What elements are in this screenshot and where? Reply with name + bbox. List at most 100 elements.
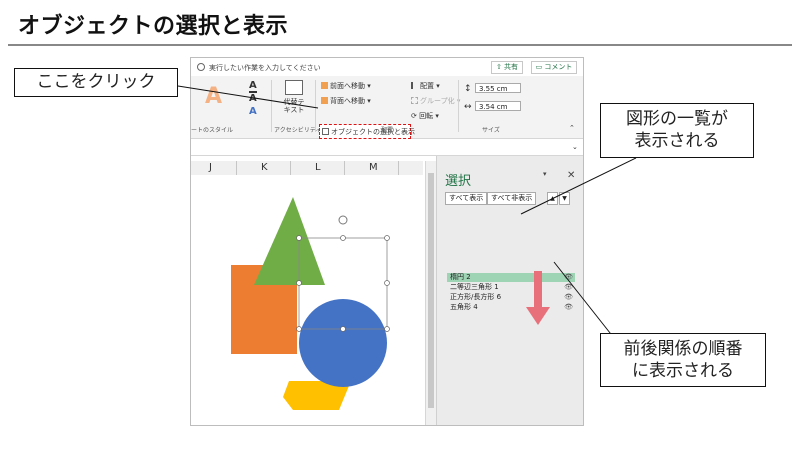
hide-all-button[interactable]: すべて非表示 [487,192,537,205]
callout-text-line: 前後関係の順番 [623,339,743,359]
list-item[interactable]: 二等辺三角形 1 👁 [447,283,575,292]
object-name: 楕円 2 [450,273,471,281]
list-item[interactable]: 楕円 2 👁 [447,273,575,282]
text-fill-icon[interactable]: A [249,80,257,93]
bring-forward-icon [321,82,328,89]
order-shown-callout: 前後関係の順番 に表示される [600,333,766,387]
callout-text-line: に表示される [632,361,734,381]
send-backward-label: 背面へ移動 [330,97,365,105]
resize-handle[interactable] [384,235,390,241]
height-input[interactable]: 3.55 cm [475,83,521,93]
rotate-button[interactable]: ⟳ 回転 ▾ [411,111,439,121]
column-divider [398,161,399,175]
show-all-button[interactable]: すべて表示 [445,192,488,205]
object-name: 二等辺三角形 1 [450,283,499,291]
resize-handle[interactable] [384,326,390,332]
selection-pane-label-wrap: オブジェクトの選択と表示 [322,127,415,137]
eye-icon[interactable]: 👁 [564,283,573,292]
send-backward-button[interactable]: 背面へ移動 ▾ [321,96,371,106]
column-headers: J K L M [191,161,423,176]
column-header-l[interactable]: L [315,162,321,173]
column-divider [290,161,291,175]
expand-formula-icon[interactable]: ⌄ [572,143,578,151]
width-value: 3.54 cm [479,103,508,111]
share-label: 共有 [504,63,519,71]
alt-text-icon[interactable] [285,80,303,95]
ribbon: A A A A ートのスタイル 代替テ キスト アクセシビリティ 前面へ移動 ▾… [191,76,583,139]
column-header-m[interactable]: M [369,162,378,173]
selection-pane-button[interactable]: オブジェクトの選択と表示 [319,124,415,139]
column-divider [236,161,237,175]
callout-text-line: 表示される [634,131,720,151]
group-icon [411,97,418,104]
circle-shape[interactable] [299,299,387,387]
selection-pane-label: オブジェクトの選択と表示 [331,128,415,136]
height-icon: ↕ [464,84,472,94]
height-value: 3.55 cm [479,85,508,93]
resize-handle[interactable] [296,326,302,332]
comment-label: コメント [544,63,573,71]
formula-bar[interactable]: ⌄ [191,139,583,156]
text-outline-icon[interactable]: A [249,93,257,104]
vertical-scrollbar[interactable] [425,161,436,425]
shapes-canvas [231,197,390,410]
width-input[interactable]: 3.54 cm [475,101,521,111]
click-here-callout: ここをクリック [14,68,178,97]
scrollbar-thumb[interactable] [428,173,434,408]
ribbon-separator [458,80,459,132]
width-icon: ↔ [464,102,472,112]
worksheet-area[interactable] [191,175,423,425]
rotate-icon: ⟳ [411,112,417,120]
alt-text-label[interactable]: 代替テ キスト [279,98,309,114]
eye-icon[interactable]: 👁 [564,303,573,312]
triangle-shape[interactable] [254,197,325,285]
callout-text: ここをクリック [36,72,156,92]
tell-me-search[interactable]: 実行したい作業を入力してください [197,63,321,73]
text-effects-icon[interactable]: A [249,106,257,117]
ribbon-separator [315,80,316,132]
group-label: グループ化 [420,97,455,105]
column-header-j[interactable]: J [209,162,212,173]
wordart-styles-label: ートのスタイル [191,127,234,134]
resize-handle[interactable] [340,235,346,241]
object-name: 正方形/長方形 6 [450,293,502,301]
eye-icon[interactable]: 👁 [564,273,573,282]
page-title: オブジェクトの選択と表示 [18,14,289,39]
pane-title: 選択 [445,174,472,189]
comment-button[interactable]: ▭ コメント [531,61,577,74]
resize-handle[interactable] [384,280,390,286]
send-backward-arrow-icon[interactable]: ▼ [559,192,570,205]
align-label: 配置 [420,82,434,90]
pane-options-icon[interactable]: ▾ [543,170,547,178]
selection-pane: 選択 ▾ ✕ すべて表示 すべて非表示 ▲ ▼ 楕円 2 👁 二等辺三角形 1 👁 … [436,156,583,425]
order-arrow-icon [526,271,550,325]
group-button[interactable]: グループ化 ▾ [411,96,460,106]
resize-handle[interactable] [340,326,346,332]
close-icon[interactable]: ✕ [567,170,575,181]
align-icon [411,82,418,89]
share-button[interactable]: ⇧ 共有 [491,61,523,74]
bring-forward-arrow-icon[interactable]: ▲ [547,192,558,205]
selection-pane-icon [322,128,329,135]
send-backward-icon [321,97,328,104]
resize-handle[interactable] [296,235,302,241]
resize-handle[interactable] [296,280,302,286]
rotate-label: 回転 [419,112,434,120]
callout-text-line: 図形の一覧が [626,109,728,129]
tell-me-bar: 実行したい作業を入力してください ⇧ 共有 ▭ コメント [191,58,583,76]
title-divider [8,44,792,46]
list-item[interactable]: 正方形/長方形 6 👁 [447,293,575,302]
comment-icon: ▭ [535,63,543,71]
rotate-handle-icon[interactable] [338,215,348,225]
arrange-label: 配置 [381,127,394,134]
align-button[interactable]: 配置 ▾ [411,81,440,91]
column-header-k[interactable]: K [261,162,268,173]
tell-me-text: 実行したい作業を入力してください [209,64,321,72]
list-item[interactable]: 五角形 4 👁 [447,303,575,312]
ribbon-separator [271,80,272,132]
bring-forward-button[interactable]: 前面へ移動 ▾ [321,81,371,91]
wordart-sample-icon[interactable]: A [205,84,222,109]
collapse-ribbon-icon[interactable]: ⌃ [569,124,575,132]
search-icon [197,63,205,71]
eye-icon[interactable]: 👁 [564,293,573,302]
